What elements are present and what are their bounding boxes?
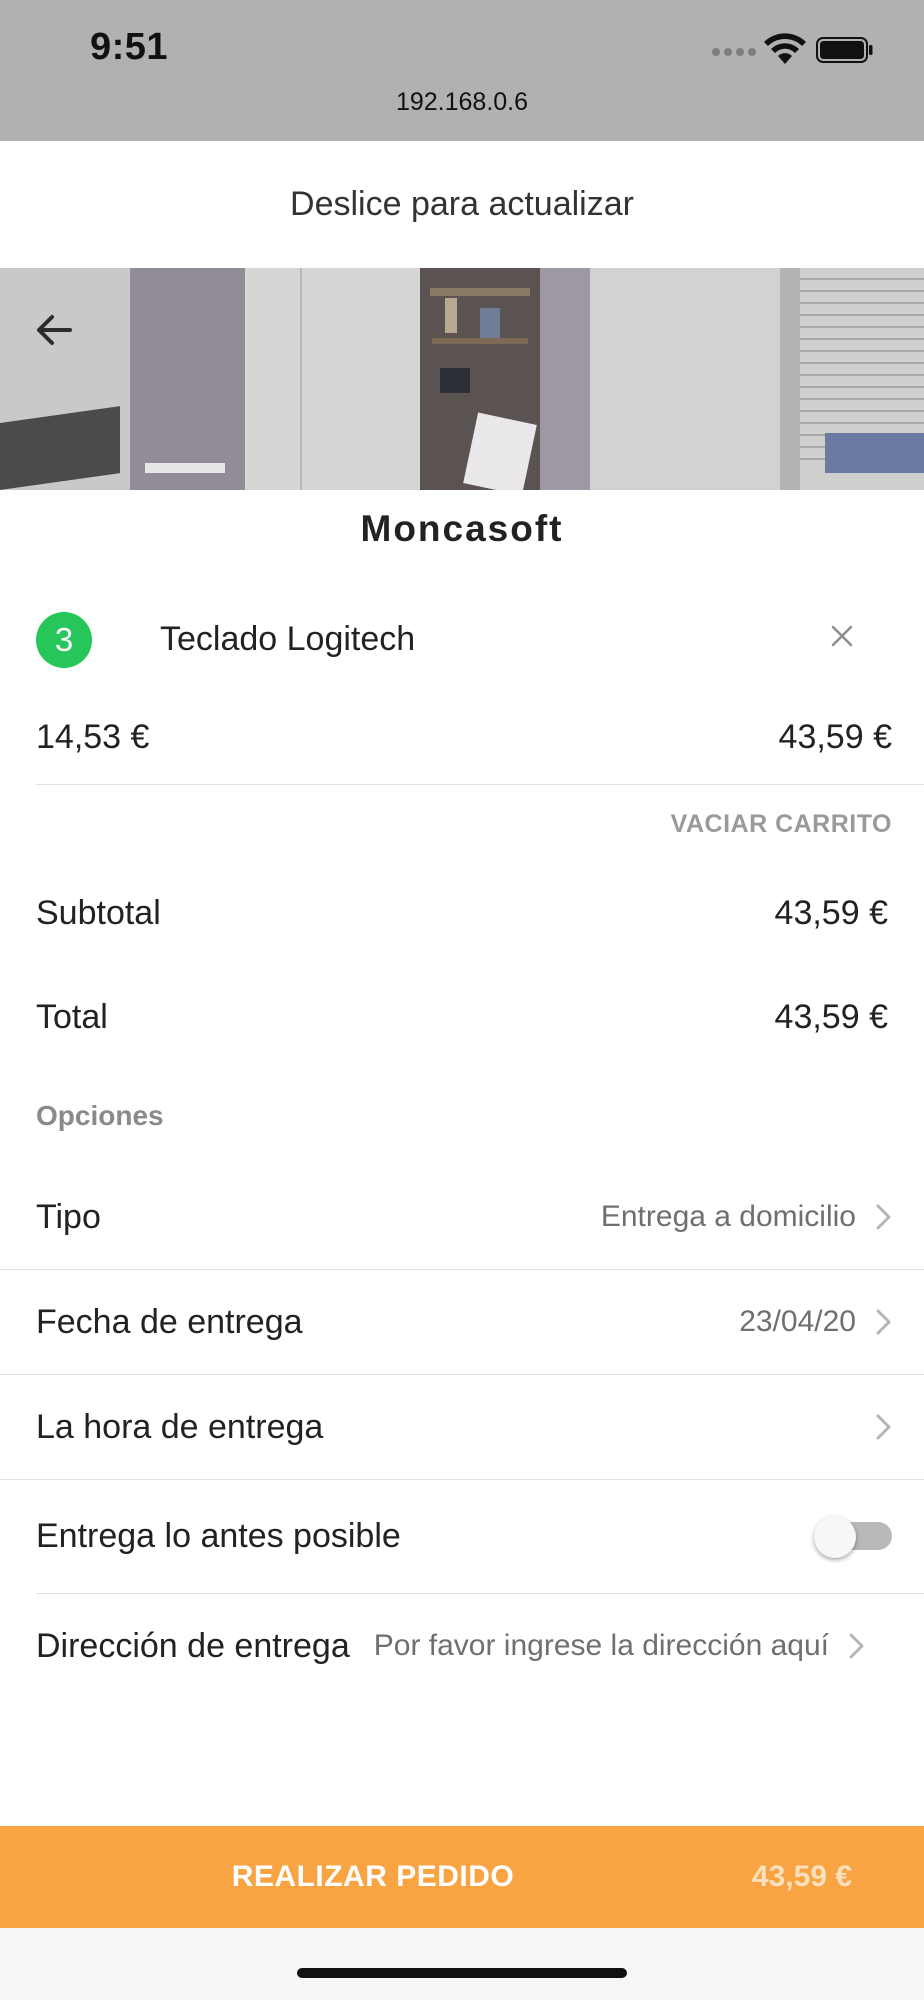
place-order-button[interactable]: REALIZAR PEDIDO 43,59 €	[0, 1826, 924, 1928]
battery-icon	[816, 37, 873, 63]
delivery-date-row[interactable]: Fecha de entrega 23/04/20	[0, 1270, 924, 1374]
subtotal-label: Subtotal	[36, 894, 161, 932]
delivery-address-label: Dirección de entrega	[36, 1626, 350, 1665]
pull-to-refresh-hint: Deslice para actualizar	[0, 141, 924, 268]
cart-item-name: Teclado Logitech	[160, 620, 416, 658]
address-bar-url[interactable]: 192.168.0.6	[0, 88, 924, 117]
chevron-right-icon	[876, 1414, 891, 1440]
delivery-address-row[interactable]: Dirección de entrega Por favor ingrese l…	[0, 1594, 924, 1698]
delivery-date-value: 23/04/20	[739, 1305, 856, 1338]
wifi-icon	[764, 33, 806, 64]
quantity-badge: 3	[36, 612, 92, 668]
home-indicator[interactable]	[297, 1968, 627, 1978]
options-heading: Opciones	[36, 1100, 164, 1131]
cart-item-line-total: 43,59 €	[778, 718, 892, 756]
subtotal-value: 43,59 €	[774, 894, 888, 932]
total-value: 43,59 €	[774, 998, 888, 1036]
cart-item-unit-price: 14,53 €	[36, 718, 150, 756]
delivery-time-row[interactable]: La hora de entrega	[0, 1375, 924, 1479]
status-time: 9:51	[90, 26, 169, 68]
total-label: Total	[36, 998, 108, 1036]
divider	[36, 784, 924, 785]
empty-cart-button[interactable]: VACIAR CARRITO	[671, 810, 892, 839]
chevron-right-icon	[849, 1633, 864, 1659]
place-order-label: REALIZAR PEDIDO	[231, 1860, 515, 1893]
chevron-right-icon	[876, 1204, 891, 1230]
bottom-safe-area	[0, 1928, 924, 2000]
delivery-date-label: Fecha de entrega	[36, 1302, 303, 1341]
store-name: Moncasoft	[360, 508, 564, 549]
delivery-type-row[interactable]: Tipo Entrega a domicilio	[0, 1165, 924, 1269]
delivery-address-placeholder: Por favor ingrese la dirección aquí	[373, 1629, 829, 1662]
store-cover-image	[0, 268, 924, 490]
delivery-type-label: Tipo	[36, 1197, 101, 1236]
status-bar: 9:51 192.168.0.6	[0, 0, 924, 141]
signal-dots-icon	[712, 48, 756, 56]
office-photo	[0, 268, 924, 490]
asap-delivery-label: Entrega lo antes posible	[36, 1516, 401, 1555]
divider	[0, 1479, 924, 1480]
delivery-type-value: Entrega a domicilio	[600, 1200, 856, 1233]
place-order-price: 43,59 €	[751, 1860, 852, 1893]
asap-delivery-toggle[interactable]	[814, 1516, 894, 1558]
close-icon[interactable]	[828, 622, 856, 650]
asap-delivery-row: Entrega lo antes posible	[0, 1484, 924, 1588]
chevron-right-icon	[876, 1309, 891, 1335]
delivery-time-label: La hora de entrega	[36, 1407, 324, 1446]
back-arrow-icon[interactable]	[30, 306, 78, 354]
